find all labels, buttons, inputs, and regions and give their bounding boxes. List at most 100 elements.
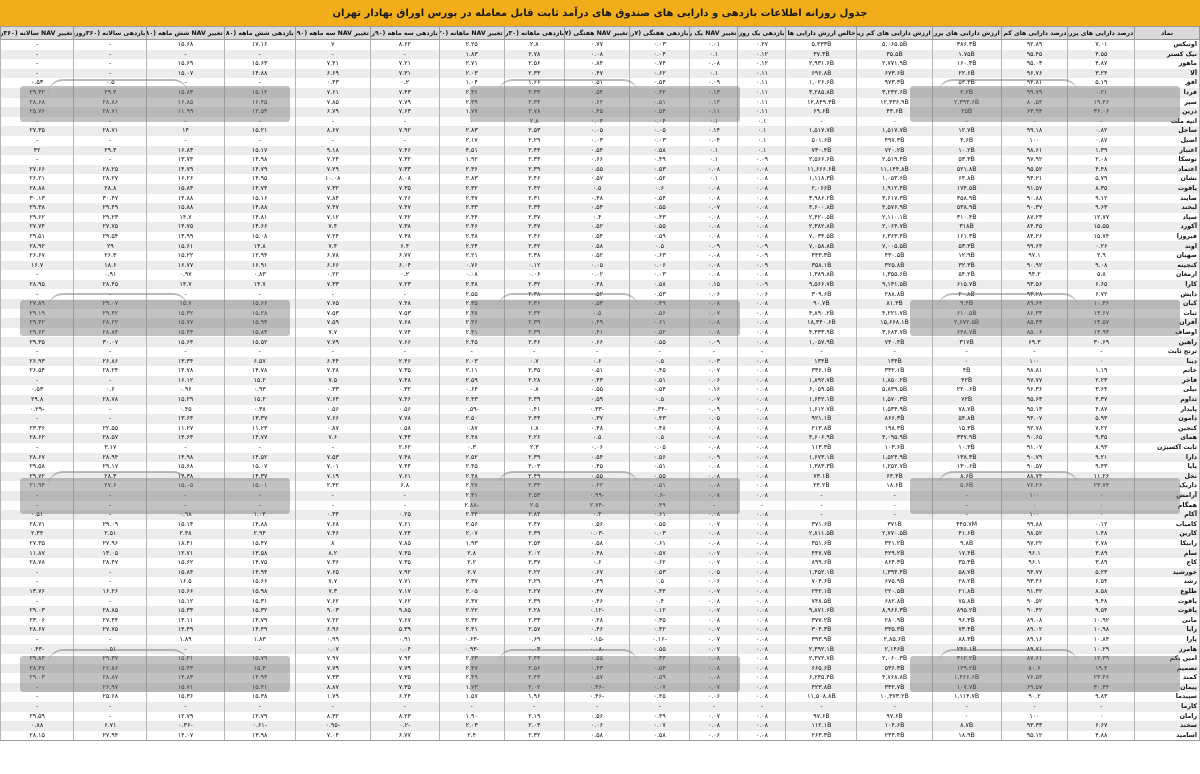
table-cell: ۰.۵۴: [628, 193, 691, 204]
table-cell: ۰.۰۸: [737, 222, 787, 232]
table-cell: ۰: [931, 356, 1002, 367]
fund-symbol-cell: هامرز: [1134, 644, 1200, 654]
table-cell: ۲.۳۲: [438, 183, 505, 194]
table-cell: ۱۵.۳۳: [146, 606, 225, 616]
table-cell: ۲۶.۲۱: [0, 174, 75, 184]
table-cell: -: [1000, 347, 1069, 357]
table-row: لبخند ۹.۶۳ ۹۰.۳۷ ۵۳۸.۹B ۴,۵۷۶.۹B ۴,۶۰۰.۸B ۰.۰۸…: [0, 203, 1200, 213]
table-cell: -: [737, 701, 787, 712]
table-cell: ۳۴۱.۲B: [856, 538, 933, 549]
table-cell: ۲.۵۵: [438, 289, 505, 300]
table-cell: -: [146, 701, 225, 712]
fund-symbol-cell: طلوع: [1134, 586, 1200, 597]
table-cell: ۰.۵۵: [564, 385, 630, 395]
table-cell: ۷.۵۹: [294, 318, 371, 328]
table-cell: ۱۵.۶۲: [146, 558, 225, 568]
table-cell: ۰.۵: [628, 356, 691, 367]
table-cell: ۷۲B: [931, 394, 1002, 405]
table-cell: -: [1000, 701, 1069, 712]
table-cell: ۳۱۸B: [931, 222, 1002, 232]
table-cell: ۶.۶۷: [1067, 721, 1136, 731]
table-cell: ۰.۵۸: [564, 538, 630, 549]
table-cell: ۱,۶۴۲.۱B: [785, 394, 858, 405]
table-cell: ۰.۵: [628, 394, 691, 405]
table-cell: ۲۵.۶۸: [73, 692, 148, 702]
table-row: نیک کستر ۴.۵۵ ۹۵.۴۵ ۱.۷۵B ۳۵.۵B ۳۷.۳B ۰.۱۲ ۰.۱ ۰…: [0, 49, 1200, 60]
table-cell: -: [503, 701, 566, 712]
table-cell: ۲.۲: [438, 558, 505, 568]
table-cell: ۱,۴۵۲.۱B: [785, 567, 858, 578]
table-cell: ۰.۳۳: [294, 385, 371, 395]
table-cell: ۳۷۱.۶B: [785, 519, 858, 530]
table-cell: ۱.۹۲: [438, 155, 505, 165]
table-cell: ۰.۰۶: [564, 721, 630, 731]
table-cell: ۰.۳: [438, 442, 505, 453]
table-row: رابا ۱۰.۹۸ ۸۹.۰۲ ۷۳.۴B ۳۳۵.۳B ۳۰۴.۳B ۰.۰۸ ۰.۰۷ ۰…: [0, 625, 1200, 635]
table-cell: ۷.۱۷: [369, 586, 440, 597]
table-cell: ۰.۰۸: [689, 433, 739, 443]
table-cell: ۲۶.۹۳: [0, 356, 75, 367]
table-cell: ۷.۶۸: [294, 519, 371, 530]
table-cell: ۰.۵۳: [628, 164, 691, 175]
table-cell: ۱۴.۷۴: [223, 183, 296, 194]
table-cell: ۳.۸۹: [1067, 548, 1136, 559]
table-cell: -: [0, 567, 75, 578]
fund-symbol-cell: کارین: [1134, 529, 1200, 539]
table-cell: ۲۹.۳: [73, 145, 148, 156]
table-cell: ۰.۵۸: [628, 730, 691, 742]
table-cell: ۱۴.۱۱: [146, 615, 225, 626]
table-cell: ۰.۰۸: [737, 337, 787, 347]
table-cell: ۰.۵۷: [564, 174, 630, 184]
table-cell: -: [73, 49, 148, 60]
table-cell: ۲.۲۶: [503, 433, 566, 443]
table-cell: ۲.۳۸: [503, 251, 566, 261]
table-cell: ۷.۳۳: [294, 279, 371, 290]
table-cell: -۰.۱۵: [564, 634, 630, 645]
table-cell: ۱۵.۲: [223, 394, 296, 405]
table-cell: ۰.۱۲: [503, 260, 566, 271]
table-cell: ۶۱۵.۷B: [931, 279, 1002, 290]
table-cell: ۷.۳۵: [369, 673, 440, 683]
table-cell: ۹۸.۶۱: [1000, 145, 1069, 156]
table-cell: ۲۸.۹۲: [0, 241, 75, 252]
table-cell: ۰.۲: [369, 78, 440, 88]
fund-symbol-cell: دیبا: [1134, 356, 1200, 367]
table-cell: ۱.۸۹: [146, 634, 225, 645]
table-cell: ۰.۰۶: [628, 260, 691, 271]
newspaper-watermark: [910, 293, 1180, 336]
table-cell: ۲۴۴.۴B: [856, 730, 933, 742]
report-title: جدول روزانه اطلاعات بازدهی و دارایی های …: [332, 7, 868, 19]
table-cell: ۱,۳۸۹.۸B: [785, 270, 858, 280]
table-cell: ۷.۲۶: [369, 193, 440, 204]
table-cell: ۷.۳۵: [369, 548, 440, 559]
table-cell: -: [0, 49, 75, 60]
table-cell: ۵.۹۳: [1067, 414, 1136, 424]
table-cell: ۳۲۵.۸B: [856, 260, 933, 271]
table-cell: ۷.۵۳: [294, 308, 371, 319]
table-cell: ۰.۰۱: [689, 39, 739, 50]
table-cell: -: [294, 49, 371, 60]
table-cell: ۰.۰۸: [737, 721, 787, 731]
table-cell: ۸.۳۵: [1067, 183, 1136, 194]
table-cell: ۰.۵۹: [628, 231, 691, 242]
table-cell: ۱۶.۷۷: [146, 260, 225, 271]
table-cell: ۲.۰۸: [1067, 155, 1136, 165]
table-cell: -: [369, 701, 440, 712]
table-cell: ۲.۹۴: [223, 529, 296, 539]
table-cell: ۰.۵۲: [564, 222, 630, 232]
table-cell: ۰.۴۵: [146, 404, 225, 415]
table-cell: ۶.۶۶: [294, 260, 371, 271]
table-cell: ۰.۱۲: [1067, 519, 1136, 530]
table-cell: ۷.۲۴: [294, 231, 371, 242]
table-cell: ۱۵.۶۹: [146, 59, 225, 69]
table-cell: ۱.۸۳: [223, 634, 296, 645]
table-cell: ۰.۱۴: [689, 126, 739, 136]
table-cell: ۰.۰۷: [689, 548, 739, 559]
table-cell: -: [146, 347, 225, 357]
table-cell: -: [856, 347, 933, 357]
table-cell: ۱۸.۴۱: [146, 538, 225, 549]
table-cell: ۲۱۳.۸B: [785, 423, 858, 434]
column-header: تغییر NAV سه ماهه (۹۰روزه): [294, 26, 371, 40]
table-cell: ۰.۰۲: [564, 270, 630, 280]
table-cell: ۶۹۶.۸B: [785, 68, 858, 79]
